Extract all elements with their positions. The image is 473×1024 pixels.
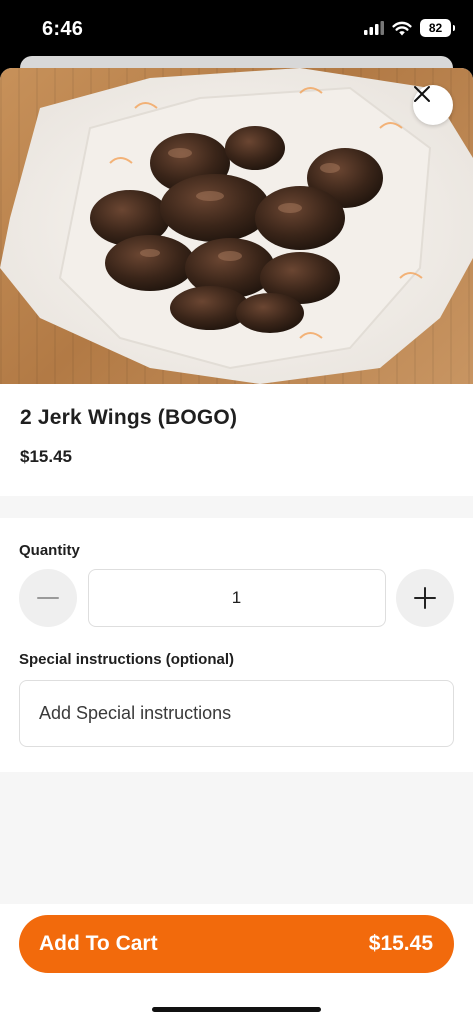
battery-indicator: 82 [420, 19, 455, 37]
battery-level: 82 [428, 21, 443, 35]
increase-quantity-button[interactable] [396, 569, 454, 627]
product-sheet: 2 Jerk Wings (BOGO) $15.45 Quantity 1 Sp… [0, 68, 473, 1024]
quantity-label: Quantity [19, 542, 80, 559]
status-bar: 6:46 82 [0, 0, 473, 58]
product-title: 2 Jerk Wings (BOGO) [20, 406, 238, 429]
product-image [0, 68, 473, 384]
options-section: Quantity 1 Special instructions (optiona… [0, 518, 473, 772]
status-time: 6:46 [42, 18, 84, 40]
quantity-stepper: 1 [19, 569, 454, 627]
signal-icon [364, 21, 384, 35]
close-button[interactable] [413, 85, 453, 125]
add-to-cart-button[interactable]: Add To Cart $15.45 [19, 915, 454, 973]
wings-photo-illustration [0, 68, 473, 384]
minus-icon [37, 597, 59, 599]
wifi-icon [392, 21, 412, 35]
quantity-input[interactable]: 1 [87, 569, 386, 627]
special-instructions-input[interactable]: Add Special instructions [19, 680, 454, 747]
product-info: 2 Jerk Wings (BOGO) $15.45 [0, 384, 473, 496]
screen: 6:46 82 2 Jerk Wings (BOGO) $15.45 Quant… [0, 0, 473, 1024]
status-icons: 82 [364, 19, 455, 37]
add-to-cart-label: Add To Cart [39, 932, 158, 955]
decrease-quantity-button[interactable] [19, 569, 77, 627]
plus-icon [414, 587, 436, 609]
special-instructions-label: Special instructions (optional) [19, 651, 235, 668]
product-price: $15.45 [20, 447, 72, 466]
special-instructions-placeholder: Add Special instructions [39, 703, 232, 723]
add-to-cart-price: $15.45 [368, 932, 433, 955]
close-icon [414, 86, 430, 102]
footer: Add To Cart $15.45 [0, 904, 473, 1024]
home-indicator [152, 1007, 321, 1012]
empty-area [0, 772, 473, 905]
section-divider [0, 496, 473, 518]
quantity-value: 1 [231, 588, 242, 607]
